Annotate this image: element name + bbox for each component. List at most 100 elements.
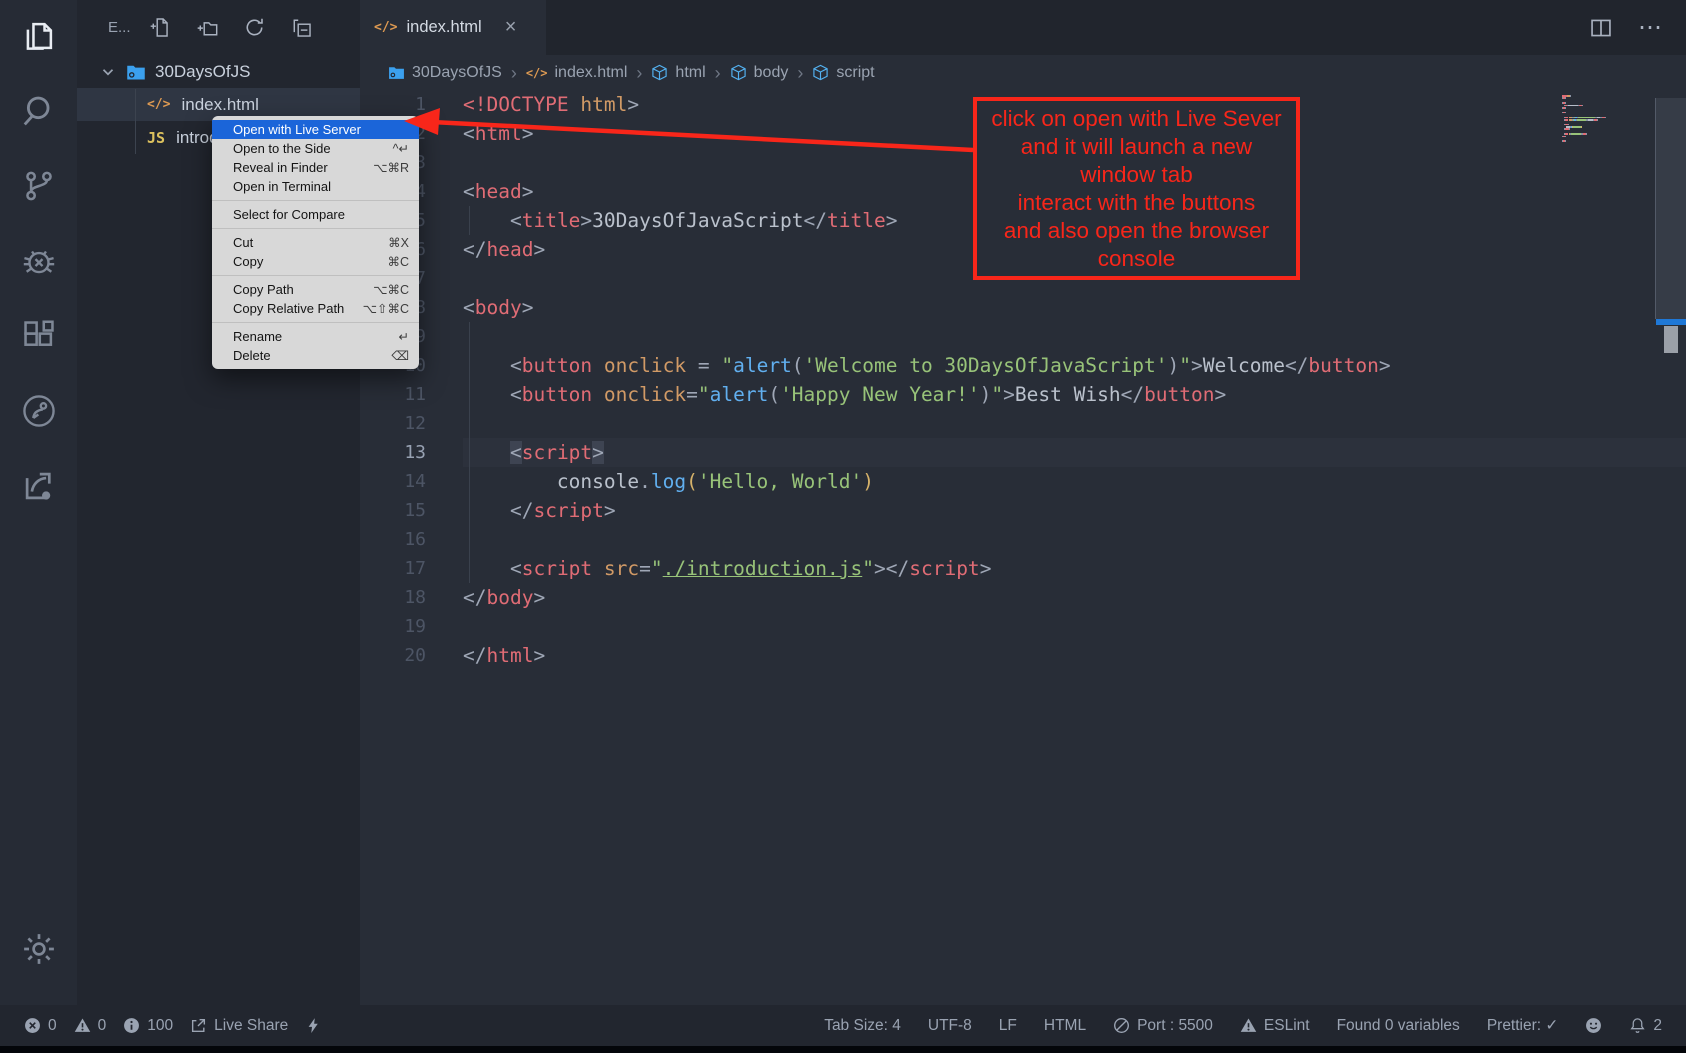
activity-settings[interactable]	[17, 927, 61, 971]
code-text: <html>	[463, 122, 533, 145]
code-text: <!DOCTYPE html>	[463, 93, 639, 116]
status-label: 0	[98, 1017, 107, 1035]
activity-extensions[interactable]	[17, 314, 61, 358]
status-right: Tab Size: 4 UTF-8 LF HTML Port : 5500 ESLint F…	[797, 1016, 1662, 1035]
tab-bar: </> index.html × ⋯	[360, 0, 1686, 55]
status-errors[interactable]: 0	[24, 1017, 57, 1035]
folder-icon	[388, 64, 405, 81]
chevron-right-icon: ›	[715, 64, 721, 82]
menu-item-label: Rename	[233, 329, 282, 344]
more-actions-icon[interactable]: ⋯	[1638, 13, 1664, 42]
menu-item-delete[interactable]: Delete⌫	[212, 346, 419, 365]
share-arrow-icon	[20, 467, 58, 505]
menu-item-reveal-in-finder[interactable]: Reveal in Finder⌥⌘R	[212, 158, 419, 177]
status-label: ESLint	[1264, 1017, 1310, 1035]
minimap-slider[interactable]	[1655, 98, 1686, 319]
activity-bar	[0, 0, 77, 1012]
menu-item-rename[interactable]: Rename↵	[212, 327, 419, 346]
menu-item-open-in-terminal[interactable]: Open in Terminal	[212, 177, 419, 196]
line-number: 19	[360, 616, 426, 637]
chevron-right-icon: ›	[797, 64, 803, 82]
code-line-19: 19	[360, 612, 1686, 641]
status-eslint[interactable]: ESLint	[1240, 1017, 1310, 1035]
cube-icon	[812, 64, 829, 81]
activity-run-debug[interactable]	[17, 239, 61, 283]
refresh-icon[interactable]	[244, 17, 265, 38]
status-label: Port : 5500	[1137, 1017, 1213, 1035]
breadcrumb-body[interactable]: body	[730, 64, 789, 82]
line-number: 1	[360, 94, 426, 115]
menu-item-open-to-the-side[interactable]: Open to the Side^↵	[212, 139, 419, 158]
split-editor-icon[interactable]	[1590, 17, 1612, 39]
menu-item-shortcut: ⌥⇧⌘C	[363, 301, 409, 316]
status-live-server-port[interactable]: Port : 5500	[1113, 1017, 1213, 1035]
activity-source-control[interactable]	[17, 164, 61, 208]
code-line-16: 16	[360, 525, 1686, 554]
breadcrumb-script[interactable]: script	[812, 64, 874, 82]
extensions-icon	[20, 317, 58, 355]
line-number: 17	[360, 558, 426, 579]
collapse-all-icon[interactable]	[291, 17, 312, 38]
status-warnings[interactable]: 0	[74, 1017, 107, 1035]
scrollbar-thumb[interactable]	[1664, 326, 1678, 353]
menu-item-label: Copy Path	[233, 282, 294, 297]
status-feedback[interactable]	[1585, 1017, 1602, 1034]
code-text: </head>	[463, 238, 545, 261]
menu-item-label: Select for Compare	[233, 207, 345, 222]
debug-icon	[20, 242, 58, 280]
minimap[interactable]	[1562, 95, 1650, 143]
breadcrumb-30DaysOfJS[interactable]: 30DaysOfJS	[388, 64, 502, 82]
status-label: Tab Size: 4	[824, 1017, 901, 1035]
menu-item-label: Reveal in Finder	[233, 160, 328, 175]
status-left: 0 0 100 Live Share	[24, 1017, 339, 1035]
new-file-icon[interactable]	[150, 17, 171, 38]
activity-share[interactable]	[17, 464, 61, 508]
status-language-mode[interactable]: HTML	[1044, 1017, 1086, 1035]
menu-item-shortcut: ⌫	[391, 348, 409, 363]
menu-item-select-for-compare[interactable]: Select for Compare	[212, 205, 419, 224]
status-prettier[interactable]: Prettier: ✓	[1487, 1016, 1559, 1035]
status-live-reload[interactable]	[305, 1017, 322, 1034]
status-encoding[interactable]: UTF-8	[928, 1017, 972, 1035]
js-file-icon: JS	[147, 129, 165, 147]
activity-live-share[interactable]	[17, 389, 61, 433]
code-line-18: 18</body>	[360, 583, 1686, 612]
indent-guide	[469, 206, 470, 235]
status-label: Found 0 variables	[1337, 1017, 1460, 1035]
code-line-8: 8<body>	[360, 293, 1686, 322]
breadcrumb-html[interactable]: html	[651, 64, 705, 82]
menu-item-label: Cut	[233, 235, 253, 250]
menu-item-open-with-live-server[interactable]: Open with Live Server	[212, 120, 419, 139]
status-eol[interactable]: LF	[999, 1017, 1017, 1035]
code-line-20: 20</html>	[360, 641, 1686, 670]
code-text: <button onclick = "alert('Welcome to 30D…	[463, 354, 1391, 377]
menu-separator	[212, 322, 419, 323]
gear-icon	[20, 930, 58, 968]
close-icon[interactable]: ×	[505, 16, 517, 39]
menu-item-copy[interactable]: Copy⌘C	[212, 252, 419, 271]
tab-index-html[interactable]: </> index.html ×	[360, 0, 546, 55]
menu-item-shortcut: ^↵	[393, 141, 409, 156]
tree-folder-30DaysOfJS[interactable]: 30DaysOfJS	[77, 55, 360, 88]
annotation-line: and also open the browser	[1004, 217, 1269, 245]
status-label: LF	[999, 1017, 1017, 1035]
status-found-variables[interactable]: Found 0 variables	[1337, 1017, 1460, 1035]
status-infos[interactable]: 100	[123, 1017, 173, 1035]
annotation-box: click on open with Live Severand it will…	[973, 97, 1300, 280]
status-live-share[interactable]: Live Share	[190, 1017, 288, 1035]
line-number: 11	[360, 384, 426, 405]
menu-item-copy-path[interactable]: Copy Path⌥⌘C	[212, 280, 419, 299]
activity-search[interactable]	[17, 89, 61, 133]
new-folder-icon[interactable]	[197, 17, 218, 38]
status-tab-size[interactable]: Tab Size: 4	[824, 1017, 901, 1035]
cube-icon	[651, 64, 668, 81]
tabbar-actions: ⋯	[1590, 0, 1664, 55]
vscode-window: E... 30DaysOfJS</>index.htmlJSintroducti…	[0, 0, 1686, 1053]
menu-item-cut[interactable]: Cut⌘X	[212, 233, 419, 252]
line-number: 13	[360, 442, 426, 463]
activity-explorer[interactable]	[17, 14, 61, 58]
breadcrumb-index.html[interactable]: </>index.html	[526, 64, 628, 82]
menu-item-copy-relative-path[interactable]: Copy Relative Path⌥⇧⌘C	[212, 299, 419, 318]
status-notifications[interactable]: 2	[1629, 1017, 1662, 1035]
search-icon	[20, 92, 58, 130]
